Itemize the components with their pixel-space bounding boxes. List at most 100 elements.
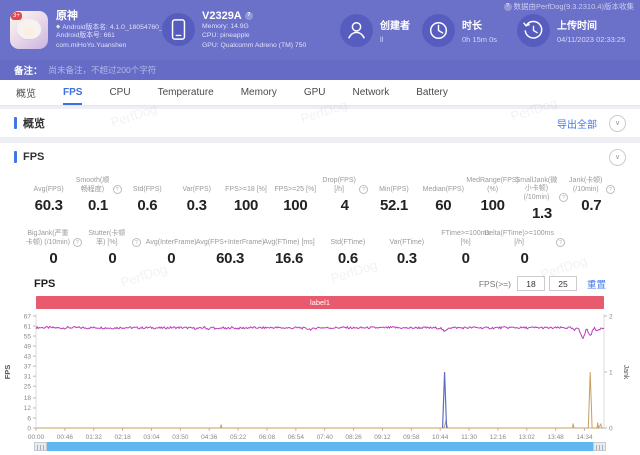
stat-bigjank: BigJank(严重卡顿) (/10min)?0	[24, 230, 83, 267]
svg-text:10:44: 10:44	[432, 434, 449, 441]
stat-label: FPS>=18 [%]	[221, 177, 270, 194]
svg-text:1: 1	[609, 369, 613, 376]
stat-value: 16.6	[260, 250, 319, 267]
svg-text:12:16: 12:16	[490, 434, 507, 441]
svg-text:13:02: 13:02	[519, 434, 536, 441]
jank-spike[interactable]	[443, 372, 447, 428]
stat-fps_ge18: FPS>=18 [%] 100	[221, 177, 270, 222]
svg-text:25: 25	[24, 384, 32, 391]
stat-value: 0	[436, 250, 495, 267]
svg-text:05:22: 05:22	[230, 434, 247, 441]
label-band[interactable]: label1	[36, 296, 604, 309]
app-icon: 3+	[10, 11, 48, 49]
svg-text:01:32: 01:32	[86, 434, 103, 441]
svg-text:11:30: 11:30	[461, 434, 477, 441]
svg-text:13:48: 13:48	[548, 434, 565, 441]
stat-median_fps: Median(FPS)60	[419, 177, 468, 222]
info-icon[interactable]: ?	[556, 238, 565, 247]
scrollbar-left-handle[interactable]	[34, 442, 47, 451]
reset-link[interactable]: 重置	[587, 277, 606, 291]
svg-text:09:12: 09:12	[374, 434, 391, 441]
section-accent	[14, 151, 17, 163]
fps-section: FPS ∨ Avg(FPS)60.3Smooth(顺畅程度)?0.1Std(FP…	[0, 143, 640, 455]
tab-overview[interactable]: 概览	[16, 80, 36, 105]
device-memory: Memory: 14.9G	[202, 22, 306, 31]
chart-axes	[36, 314, 604, 428]
scrollbar-right-handle[interactable]	[593, 442, 606, 451]
stat-value: 60.3	[24, 197, 73, 214]
diamond-icon: ◆	[56, 24, 60, 30]
info-icon[interactable]: ?	[359, 185, 368, 194]
x-axis-ticks: 00:0000:4601:3202:1803:0403:5004:3605:22…	[28, 428, 593, 441]
info-icon[interactable]: ?	[132, 238, 141, 247]
person-icon	[340, 14, 373, 47]
fps-series-line[interactable]	[36, 327, 604, 339]
stat-label: Var(FTime)	[377, 230, 436, 247]
info-icon[interactable]: ?	[606, 185, 615, 194]
stat-drop_fps: Drop(FPS) [/h]?4	[320, 177, 369, 222]
svg-text:18: 18	[24, 395, 32, 402]
fps-line-chart[interactable]: 061218253137434955616701200:0000:4601:32…	[0, 310, 640, 442]
svg-text:08:26: 08:26	[345, 434, 362, 441]
device-info-icon[interactable]: ?	[245, 12, 253, 20]
fps-threshold-input-2[interactable]	[549, 276, 577, 291]
stat-label: Var(FPS)	[172, 177, 221, 194]
svg-text:02:18: 02:18	[114, 434, 131, 441]
stat-delta_ftime: Delta(FTime)>=100ms [/h]?0	[495, 230, 554, 267]
stat-label: Std(FTime)	[318, 230, 377, 247]
export-all-link[interactable]: 导出全部	[557, 116, 597, 131]
tab-fps[interactable]: FPS	[63, 80, 82, 105]
device-info: V2329A? Memory: 14.9G CPU: pineapple GPU…	[162, 10, 340, 50]
svg-text:09:58: 09:58	[403, 434, 420, 441]
chart-title: FPS	[34, 278, 55, 290]
info-icon[interactable]: ?	[113, 185, 122, 194]
svg-text:37: 37	[24, 364, 32, 371]
stat-value: 0.3	[377, 250, 436, 267]
age-badge: 3+	[11, 12, 22, 20]
stat-fps_ge25: FPS>=25 [%]100	[271, 177, 320, 222]
stat-avg_fps: Avg(FPS)60.3	[24, 177, 73, 222]
svg-text:2: 2	[609, 313, 613, 320]
stat-label: Min(FPS)	[369, 177, 418, 194]
stat-label: Std(FPS)	[123, 177, 172, 194]
upload-value: 04/11/2023 02:33:25	[557, 35, 625, 44]
stat-label: Avg(InterFrame)	[142, 230, 201, 247]
stat-value: 100	[221, 197, 270, 214]
tab-bar: 概览 FPS CPU Temperature Memory GPU Network Batte…	[0, 80, 640, 106]
tab-network[interactable]: Network	[353, 80, 390, 105]
info-icon[interactable]: ?	[73, 238, 82, 247]
stat-value: 0	[24, 250, 83, 267]
svg-text:67: 67	[24, 313, 32, 320]
upload-label: 上传时间	[557, 17, 625, 32]
stat-avg_interframe: Avg(InterFrame)0	[142, 230, 201, 267]
svg-text:04:36: 04:36	[201, 434, 218, 441]
duration-info: 时长 0h 15m 0s	[422, 14, 517, 47]
tab-temperature[interactable]: Temperature	[158, 80, 214, 105]
tab-battery[interactable]: Battery	[416, 80, 448, 105]
overview-collapse-button[interactable]: ∨	[609, 115, 626, 132]
tab-cpu[interactable]: CPU	[109, 80, 130, 105]
tab-gpu[interactable]: GPU	[304, 80, 326, 105]
tab-memory[interactable]: Memory	[241, 80, 277, 105]
chart-scrollbar[interactable]	[34, 442, 606, 451]
duration-label: 时长	[462, 17, 497, 32]
svg-text:07:40: 07:40	[317, 434, 334, 441]
overview-title: 概览	[23, 115, 45, 131]
stat-label: Drop(FPS) [/h]?	[320, 177, 369, 194]
svg-text:03:04: 03:04	[143, 434, 160, 441]
jank-series-line[interactable]	[36, 372, 604, 428]
stat-value: 0.7	[567, 197, 616, 214]
stat-value: 0.6	[123, 197, 172, 214]
band-label: label1	[310, 298, 330, 307]
svg-text:55: 55	[24, 334, 32, 341]
fps-threshold-input-1[interactable]	[517, 276, 545, 291]
notice-bar[interactable]: 备注： 尚未备注，不超过200个字符	[0, 60, 640, 80]
fps-collapse-button[interactable]: ∨	[609, 149, 626, 166]
stat-smooth: Smooth(顺畅程度)?0.1	[73, 177, 122, 222]
svg-text:00:00: 00:00	[28, 434, 45, 441]
stat-value: 60	[419, 197, 468, 214]
stat-var_ftime: Var(FTime) 0.3	[377, 230, 436, 267]
svg-text:06:08: 06:08	[259, 434, 276, 441]
stat-std_fps: Std(FPS) 0.6	[123, 177, 172, 222]
svg-text:06:54: 06:54	[288, 434, 305, 441]
